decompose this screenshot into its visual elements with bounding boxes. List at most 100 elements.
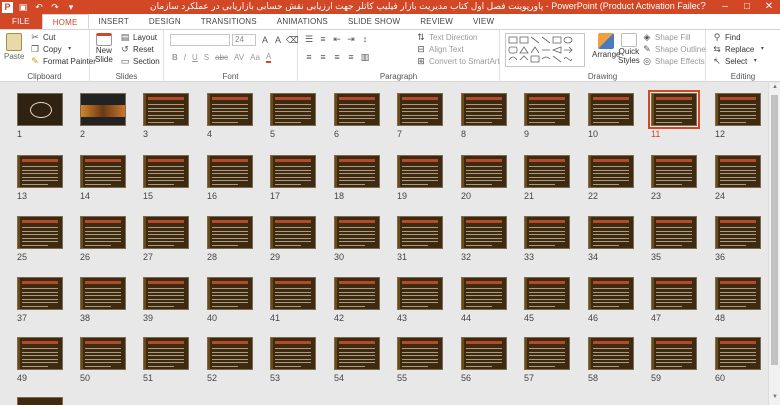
slide-thumbnail-31[interactable]	[397, 216, 443, 249]
slide-thumbnail-3[interactable]	[143, 93, 189, 126]
change-case-button[interactable]: Aa	[250, 53, 260, 62]
slide-thumbnail-partial[interactable]	[17, 397, 63, 405]
slide-thumbnail-48[interactable]	[715, 277, 761, 310]
section-button[interactable]: ▭ Section	[120, 56, 160, 66]
slide-thumbnail-43[interactable]	[397, 277, 443, 310]
select-button[interactable]: ↖ Select ▾	[712, 56, 760, 66]
replace-button[interactable]: ⇆ Replace ▾	[712, 44, 767, 54]
tab-animations[interactable]: ANIMATIONS	[267, 14, 338, 29]
slide-thumbnail-18[interactable]	[334, 155, 380, 188]
slide-thumbnail-53[interactable]	[270, 337, 316, 370]
increase-indent-icon[interactable]: ⇥	[346, 34, 356, 44]
slide-thumbnail-2[interactable]	[80, 93, 126, 126]
slide-thumbnail-27[interactable]	[143, 216, 189, 249]
undo-icon[interactable]: ↶	[33, 1, 45, 13]
columns-icon[interactable]: ▥	[360, 52, 370, 62]
tab-file[interactable]: FILE	[0, 14, 42, 29]
slide-thumbnail-49[interactable]	[17, 337, 63, 370]
paste-button[interactable]: Paste	[4, 33, 24, 61]
slide-thumbnail-20[interactable]	[461, 155, 507, 188]
slide-thumbnail-6[interactable]	[334, 93, 380, 126]
font-size-box[interactable]: 24	[232, 34, 256, 46]
slide-thumbnail-10[interactable]	[588, 93, 634, 126]
italic-button[interactable]: I	[184, 53, 186, 62]
slide-thumbnail-34[interactable]	[588, 216, 634, 249]
decrease-indent-icon[interactable]: ⇤	[332, 34, 342, 44]
copy-button[interactable]: ❐ Copy ▾	[30, 44, 75, 54]
slide-thumbnail-39[interactable]	[143, 277, 189, 310]
slide-thumbnail-25[interactable]	[17, 216, 63, 249]
slide-thumbnail-36[interactable]	[715, 216, 761, 249]
align-left-icon[interactable]: ≡	[304, 52, 314, 62]
slide-thumbnail-47[interactable]	[651, 277, 697, 310]
quick-styles-button[interactable]: Quick Styles	[618, 33, 640, 65]
vertical-scrollbar[interactable]: ▲ ▼	[768, 83, 780, 405]
slide-thumbnail-23[interactable]	[651, 155, 697, 188]
slide-thumbnail-52[interactable]	[207, 337, 253, 370]
char-spacing-button[interactable]: AV	[234, 53, 244, 62]
numbering-icon[interactable]: ≡	[318, 34, 328, 44]
slide-thumbnail-41[interactable]	[270, 277, 316, 310]
font-name-box[interactable]	[170, 34, 230, 46]
cut-button[interactable]: ✂ Cut	[30, 32, 55, 42]
slide-thumbnail-1[interactable]	[17, 93, 63, 126]
font-color-button[interactable]: A	[265, 52, 272, 63]
slide-thumbnail-40[interactable]	[207, 277, 253, 310]
slide-thumbnail-22[interactable]	[588, 155, 634, 188]
shape-effects-button[interactable]: ◎ Shape Effects	[642, 56, 705, 66]
slide-thumbnail-55[interactable]	[397, 337, 443, 370]
slide-thumbnail-44[interactable]	[461, 277, 507, 310]
format-painter-button[interactable]: ✎ Format Painter	[30, 56, 96, 66]
shape-outline-button[interactable]: ✎ Shape Outline	[642, 44, 705, 54]
slide-thumbnail-46[interactable]	[588, 277, 634, 310]
slide-thumbnail-32[interactable]	[461, 216, 507, 249]
slide-thumbnail-15[interactable]	[143, 155, 189, 188]
slide-thumbnail-57[interactable]	[524, 337, 570, 370]
layout-button[interactable]: ▤ Layout	[120, 32, 157, 42]
minimize-button[interactable]: –	[714, 0, 736, 14]
close-button[interactable]: ✕	[758, 0, 780, 14]
align-center-icon[interactable]: ≡	[318, 52, 328, 62]
tab-transitions[interactable]: TRANSITIONS	[191, 14, 267, 29]
slide-thumbnail-33[interactable]	[524, 216, 570, 249]
slide-thumbnail-19[interactable]	[397, 155, 443, 188]
shadow-button[interactable]: S	[204, 53, 209, 62]
slide-thumbnail-42[interactable]	[334, 277, 380, 310]
slide-thumbnail-54[interactable]	[334, 337, 380, 370]
reset-button[interactable]: ↺ Reset	[120, 44, 154, 54]
tab-insert[interactable]: INSERT	[89, 14, 139, 29]
tab-review[interactable]: REVIEW	[410, 14, 463, 29]
slide-thumbnail-4[interactable]	[207, 93, 253, 126]
arrange-button[interactable]: Arrange	[592, 33, 620, 59]
new-slide-button[interactable]: New Slide	[95, 33, 113, 64]
maximize-button[interactable]: □	[736, 0, 758, 14]
slide-thumbnail-59[interactable]	[651, 337, 697, 370]
shapes-gallery[interactable]	[505, 33, 585, 67]
font-grow-shrink[interactable]: A A ⌫	[260, 35, 299, 45]
scroll-up-icon[interactable]: ▲	[769, 84, 780, 94]
redo-icon[interactable]: ↷	[49, 1, 61, 13]
slide-thumbnail-8[interactable]	[461, 93, 507, 126]
strikethrough-button[interactable]: abc	[215, 53, 228, 62]
slide-thumbnail-12[interactable]	[715, 93, 761, 126]
slide-thumbnail-17[interactable]	[270, 155, 316, 188]
slide-thumbnail-16[interactable]	[207, 155, 253, 188]
tab-slide-show[interactable]: SLIDE SHOW	[338, 14, 410, 29]
slide-thumbnail-51[interactable]	[143, 337, 189, 370]
slide-thumbnail-14[interactable]	[80, 155, 126, 188]
slide-thumbnail-50[interactable]	[80, 337, 126, 370]
slide-thumbnail-11[interactable]	[648, 90, 700, 129]
slide-thumbnail-5[interactable]	[270, 93, 316, 126]
slide-thumbnail-21[interactable]	[524, 155, 570, 188]
bold-button[interactable]: B	[172, 53, 178, 62]
scroll-down-icon[interactable]: ▼	[769, 394, 780, 404]
slide-thumbnail-24[interactable]	[715, 155, 761, 188]
scroll-thumb[interactable]	[771, 95, 778, 365]
text-direction-button[interactable]: ⇅ Text Direction	[416, 32, 477, 42]
slide-thumbnail-26[interactable]	[80, 216, 126, 249]
save-icon[interactable]: ▣	[17, 1, 29, 13]
shape-fill-button[interactable]: ◈ Shape Fill	[642, 32, 691, 42]
slide-thumbnail-45[interactable]	[524, 277, 570, 310]
slide-thumbnail-28[interactable]	[207, 216, 253, 249]
justify-icon[interactable]: ≡	[346, 52, 356, 62]
